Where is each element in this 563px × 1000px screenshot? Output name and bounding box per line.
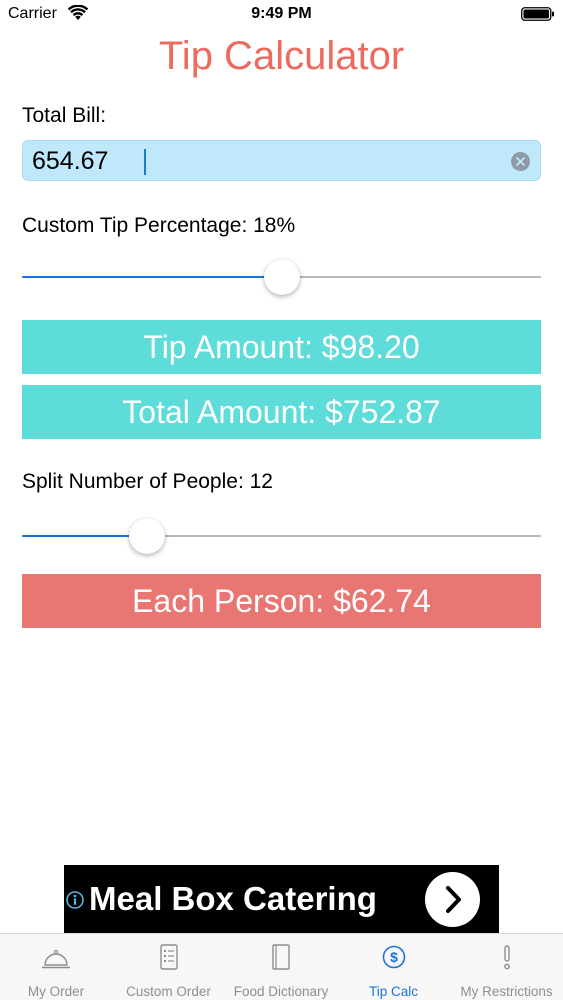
ad-arrow-button[interactable] (425, 872, 480, 927)
ad-text: Meal Box Catering (89, 880, 377, 917)
battery-icon (521, 7, 554, 21)
total-bill-label: Total Bill: (22, 104, 107, 127)
each-person-display: Each Person: $62.74 (22, 574, 541, 628)
checklist-icon (159, 944, 178, 970)
total-amount-display: Total Amount: $752.87 (22, 385, 541, 439)
clear-icon[interactable] (511, 152, 530, 171)
page-title: Tip Calculator (158, 34, 405, 78)
dollar-circle-icon: $ (382, 945, 405, 969)
tab-label: Food Dictionary (233, 984, 329, 999)
tab-label: Custom Order (126, 984, 211, 999)
tip-calculator-screen: Carrier 9:49 PM Tip Calculator Total Bil… (0, 0, 563, 1000)
exclamation-icon (503, 945, 510, 970)
status-time: 9:49 PM (251, 5, 312, 22)
tip-percentage-slider[interactable] (22, 257, 541, 297)
tab-my-order[interactable]: My Order (0, 934, 112, 1000)
split-people-label: Split Number of People: 12 (22, 470, 273, 493)
status-bar: Carrier 9:49 PM (0, 0, 563, 30)
slider-fill (22, 535, 147, 537)
split-people-slider[interactable] (22, 516, 541, 556)
slider-fill (22, 276, 282, 278)
cloche-icon (42, 949, 70, 969)
book-icon (272, 944, 290, 970)
ad-banner[interactable]: Meal Box Catering (64, 865, 499, 933)
tip-amount-display: Tip Amount: $98.20 (22, 320, 541, 374)
total-bill-input[interactable]: 654.67 (22, 140, 541, 181)
slider-thumb[interactable] (263, 259, 300, 295)
slider-thumb[interactable] (128, 518, 165, 554)
tab-my-restrictions[interactable]: My Restrictions (450, 934, 563, 1000)
text-cursor (144, 149, 146, 175)
total-bill-value: 654.67 (32, 147, 109, 175)
tip-percentage-label: Custom Tip Percentage: 18% (22, 214, 296, 237)
svg-text:$: $ (390, 949, 398, 965)
tab-label: Tip Calc (368, 984, 418, 999)
tab-label: My Restrictions (460, 984, 553, 999)
tab-custom-order[interactable]: Custom Order (112, 934, 225, 1000)
chevron-right-icon (446, 886, 461, 913)
tab-tip-calc[interactable]: $ Tip Calc (337, 934, 450, 1000)
tab-label: My Order (27, 984, 85, 999)
tab-food-dictionary[interactable]: Food Dictionary (225, 934, 337, 1000)
tab-bar: My Order Custom Order Food Dictionary $ … (0, 933, 563, 1000)
info-icon[interactable] (66, 891, 84, 909)
